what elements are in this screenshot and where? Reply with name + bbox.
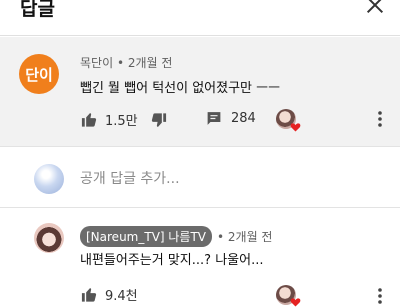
heart-icon — [290, 298, 301, 307]
comment-time: 2개월 전 — [227, 230, 273, 244]
thumbs-up-icon — [81, 288, 97, 302]
comment-icon — [207, 112, 221, 125]
comment-text: 뺍긴 뭘 뺍어 턱선이 없어졌구만 ㅡㅡ — [80, 81, 281, 96]
reply-input[interactable]: 공개 답글 추가... — [80, 168, 180, 188]
separator-dot: • — [217, 230, 228, 244]
header-bar: 답글 — [0, 0, 400, 36]
reply-comment: [Nareum_TV] 나름TV • 2개월 전 내편들어주는거 맞지...? … — [0, 209, 400, 307]
comment-time: 2개월 전 — [127, 56, 173, 70]
thumbs-up-icon — [81, 113, 97, 127]
avatar[interactable]: 단이 — [19, 54, 59, 94]
separator-dot: • — [116, 56, 128, 70]
page-title: 답글 — [20, 0, 55, 20]
comment-text: 내편들어주는거 맞지...? 나울어... — [80, 253, 264, 268]
top-comment: 단이 목단이 • 2개월 전 뺍긴 뭘 뺍어 턱선이 없어졌구만 ㅡㅡ 1.5만… — [0, 37, 400, 147]
reply-count: 284 — [231, 111, 256, 126]
like-count: 9.4천 — [105, 289, 138, 304]
like-count: 1.5만 — [105, 114, 138, 129]
comment-meta: • 2개월 전 — [217, 228, 272, 245]
add-reply-row: 공개 답글 추가... — [0, 148, 400, 208]
more-options-icon[interactable] — [372, 109, 388, 129]
like-button[interactable]: 1.5만 — [80, 110, 138, 129]
user-avatar — [34, 164, 64, 194]
avatar-text: 단이 — [25, 65, 53, 84]
like-button[interactable]: 9.4천 — [80, 285, 138, 304]
heart-icon — [290, 123, 301, 132]
reply-count-button[interactable]: 284 — [205, 110, 256, 127]
avatar[interactable] — [34, 223, 64, 253]
more-options-icon[interactable] — [372, 286, 388, 306]
thumbs-down-icon — [151, 113, 167, 127]
close-icon[interactable] — [364, 0, 386, 16]
comment-meta: 목단이 • 2개월 전 — [80, 54, 172, 71]
comment-author[interactable]: 목단이 — [80, 56, 113, 70]
creator-author-chip[interactable]: [Nareum_TV] 나름TV — [80, 226, 213, 247]
dislike-button[interactable] — [150, 112, 168, 129]
